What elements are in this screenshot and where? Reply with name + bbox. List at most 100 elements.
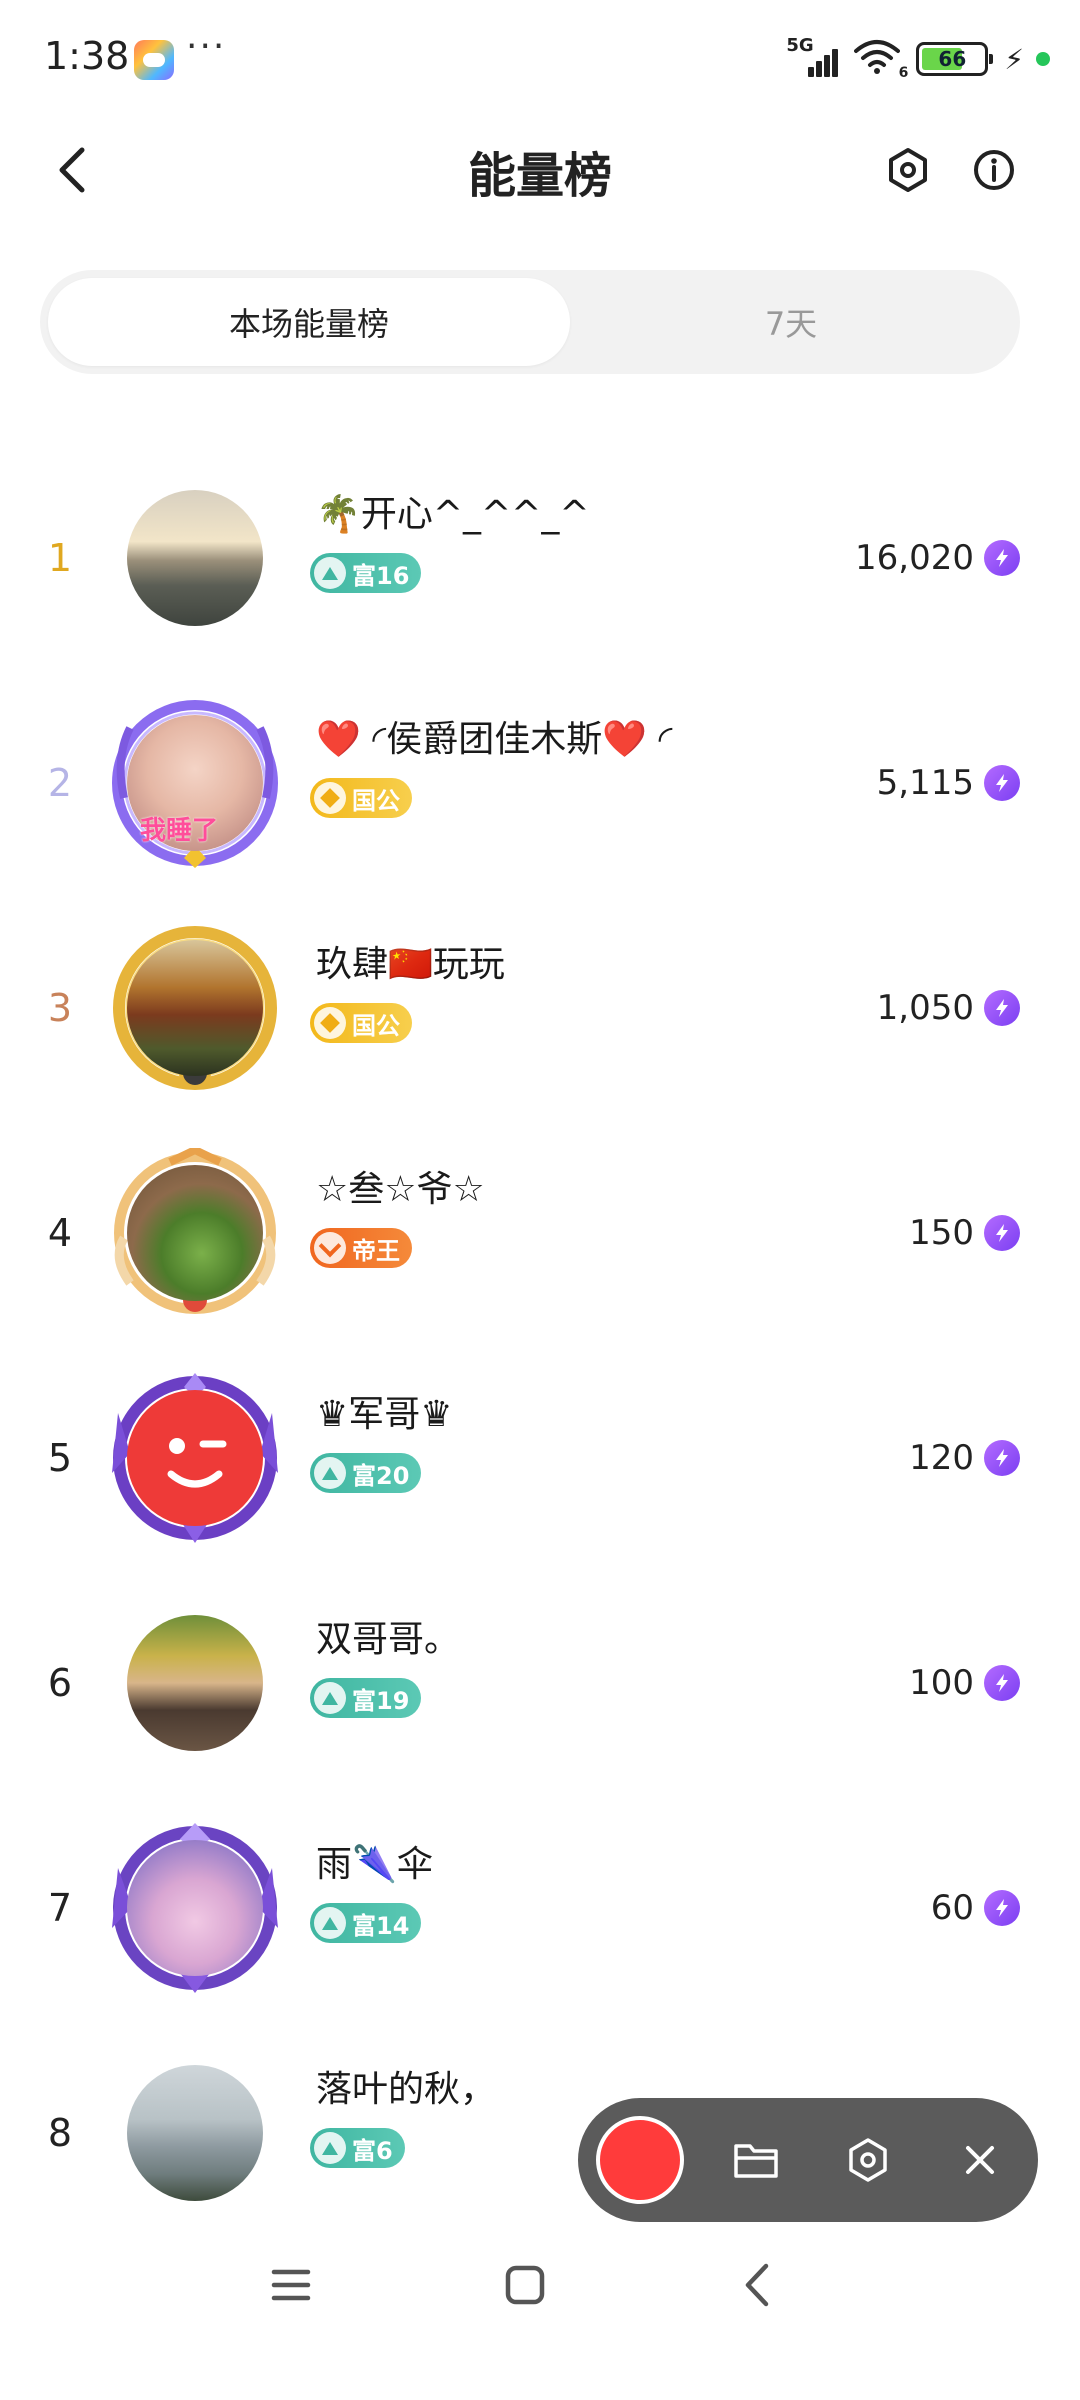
- battery-level: 66: [938, 47, 967, 71]
- user-name: ♛军哥♛: [316, 1394, 453, 1435]
- user-name: ☆叁☆爷☆: [316, 1169, 485, 1210]
- level-badge: 富16: [310, 553, 422, 593]
- badge-label: 国公: [352, 1011, 400, 1040]
- info-icon[interactable]: [966, 142, 1022, 198]
- energy-value: 1,050: [876, 987, 974, 1028]
- avatar[interactable]: [110, 2048, 280, 2218]
- wifi-level: 6: [898, 65, 909, 81]
- record-icon[interactable]: [596, 2116, 684, 2204]
- user-name: ❤️ ◜侯爵团佳木斯❤️ ◜: [316, 719, 673, 760]
- badge-label: 富14: [352, 1911, 410, 1940]
- tab-7-days[interactable]: 7天: [570, 278, 1012, 366]
- emperor-level-icon: [314, 1232, 346, 1264]
- system-nav-bar: [0, 2230, 1080, 2340]
- tab-current-session[interactable]: 本场能量榜: [48, 278, 570, 366]
- game-app-icon: [134, 40, 174, 80]
- energy-score: 5,115: [877, 763, 1020, 803]
- level-badge: 国公: [310, 1003, 412, 1043]
- wifi-icon: 6: [854, 39, 908, 81]
- rank-number: 4: [47, 1210, 73, 1255]
- user-name: 雨🌂伞: [316, 1844, 433, 1885]
- list-item[interactable]: 2 我睡了 ❤️ ◜侯爵团佳木斯❤️ ◜ 国公 5,115: [0, 670, 1080, 895]
- list-item[interactable]: 6 双哥哥。 富19 100: [0, 1570, 1080, 1795]
- menu-icon[interactable]: [256, 2250, 326, 2320]
- energy-bolt-icon: [984, 1439, 1020, 1476]
- cellular-signal-icon: 5G: [786, 35, 842, 79]
- home-icon[interactable]: [490, 2250, 560, 2320]
- back-icon[interactable]: [724, 2250, 794, 2320]
- energy-value: 120: [909, 1437, 974, 1478]
- list-item[interactable]: 4 ☆叁☆爷☆ 帝王 150: [0, 1120, 1080, 1345]
- energy-value: 16,020: [855, 537, 974, 578]
- list-item[interactable]: 7 雨🌂伞 富14 60: [0, 1795, 1080, 2020]
- user-name: 玖肆🇨🇳玩玩: [316, 944, 505, 985]
- close-icon[interactable]: [952, 2132, 1008, 2188]
- network-type: 5G: [786, 35, 814, 56]
- rank-number: 7: [47, 1885, 73, 1930]
- energy-value: 150: [909, 1212, 974, 1253]
- level-badge: 帝王: [310, 1228, 412, 1268]
- badge-label: 国公: [352, 786, 400, 815]
- level-badge: 富14: [310, 1903, 422, 1943]
- energy-score: 16,020: [855, 538, 1020, 578]
- avatar[interactable]: [110, 473, 280, 643]
- status-time: 1:38: [44, 34, 130, 78]
- rank-number: 2: [47, 760, 73, 805]
- energy-bolt-icon: [984, 764, 1020, 801]
- charging-icon: ⚡: [1004, 42, 1024, 76]
- folder-icon[interactable]: [728, 2132, 784, 2188]
- status-bar: 1:38 ··· 5G 6 66 ⚡: [0, 0, 1080, 110]
- rich-level-icon: [314, 1682, 346, 1714]
- level-badge: 富19: [310, 1678, 422, 1718]
- avatar[interactable]: [110, 923, 280, 1093]
- energy-score: 100: [909, 1663, 1020, 1703]
- avatar[interactable]: [110, 1372, 280, 1543]
- badge-label: 富6: [352, 2136, 393, 2165]
- battery-icon: 66: [916, 42, 994, 76]
- level-badge: 富20: [310, 1453, 422, 1493]
- settings-hexagon-icon[interactable]: [880, 142, 936, 198]
- avatar[interactable]: 我睡了: [110, 698, 280, 868]
- energy-bolt-icon: [984, 539, 1020, 576]
- privacy-indicator-dot: [1036, 52, 1050, 66]
- avatar-caption: 我睡了: [140, 815, 219, 846]
- list-item[interactable]: 1 🌴开心^_^^_^ 富16 16,020: [0, 445, 1080, 670]
- rich-level-icon: [314, 1907, 346, 1939]
- energy-bolt-icon: [984, 1664, 1020, 1701]
- rich-level-icon: [314, 1457, 346, 1489]
- header: 能量榜: [0, 120, 1080, 220]
- level-badge: 富6: [310, 2128, 405, 2168]
- badge-label: 富16: [352, 561, 410, 590]
- user-name: 落叶的秋，: [316, 2069, 497, 2110]
- avatar[interactable]: [110, 1598, 280, 1768]
- energy-score: 60: [931, 1888, 1020, 1928]
- energy-value: 60: [930, 1887, 974, 1928]
- energy-score: 120: [909, 1438, 1020, 1478]
- badge-label: 富20: [352, 1461, 410, 1490]
- rank-number: 8: [47, 2110, 73, 2155]
- badge-label: 富19: [352, 1686, 410, 1715]
- noble-level-icon: [314, 782, 346, 814]
- energy-score: 150: [909, 1213, 1020, 1253]
- noble-level-icon: [314, 1007, 346, 1039]
- rich-level-icon: [314, 557, 346, 589]
- rank-number: 3: [47, 985, 73, 1030]
- user-name: 双哥哥。: [316, 1619, 461, 1660]
- badge-label: 帝王: [352, 1236, 400, 1265]
- energy-value: 100: [909, 1662, 974, 1703]
- energy-score: 1,050: [877, 988, 1020, 1028]
- status-more-dots: ···: [186, 26, 227, 67]
- rich-level-icon: [314, 2132, 346, 2164]
- settings-icon[interactable]: [840, 2132, 896, 2188]
- energy-bolt-icon: [984, 1889, 1020, 1926]
- list-item[interactable]: 5 ♛军哥♛ 富20 120: [0, 1345, 1080, 1570]
- energy-bolt-icon: [984, 1214, 1020, 1251]
- rank-number: 5: [47, 1435, 73, 1480]
- energy-value: 5,115: [876, 762, 974, 803]
- rank-number: 6: [47, 1660, 73, 1705]
- list-item[interactable]: 3 玖肆🇨🇳玩玩 国公 1,050: [0, 895, 1080, 1120]
- avatar[interactable]: [110, 1822, 280, 1993]
- rank-number: 1: [47, 535, 73, 580]
- avatar[interactable]: [110, 1147, 280, 1318]
- user-name: 🌴开心^_^^_^: [316, 494, 590, 535]
